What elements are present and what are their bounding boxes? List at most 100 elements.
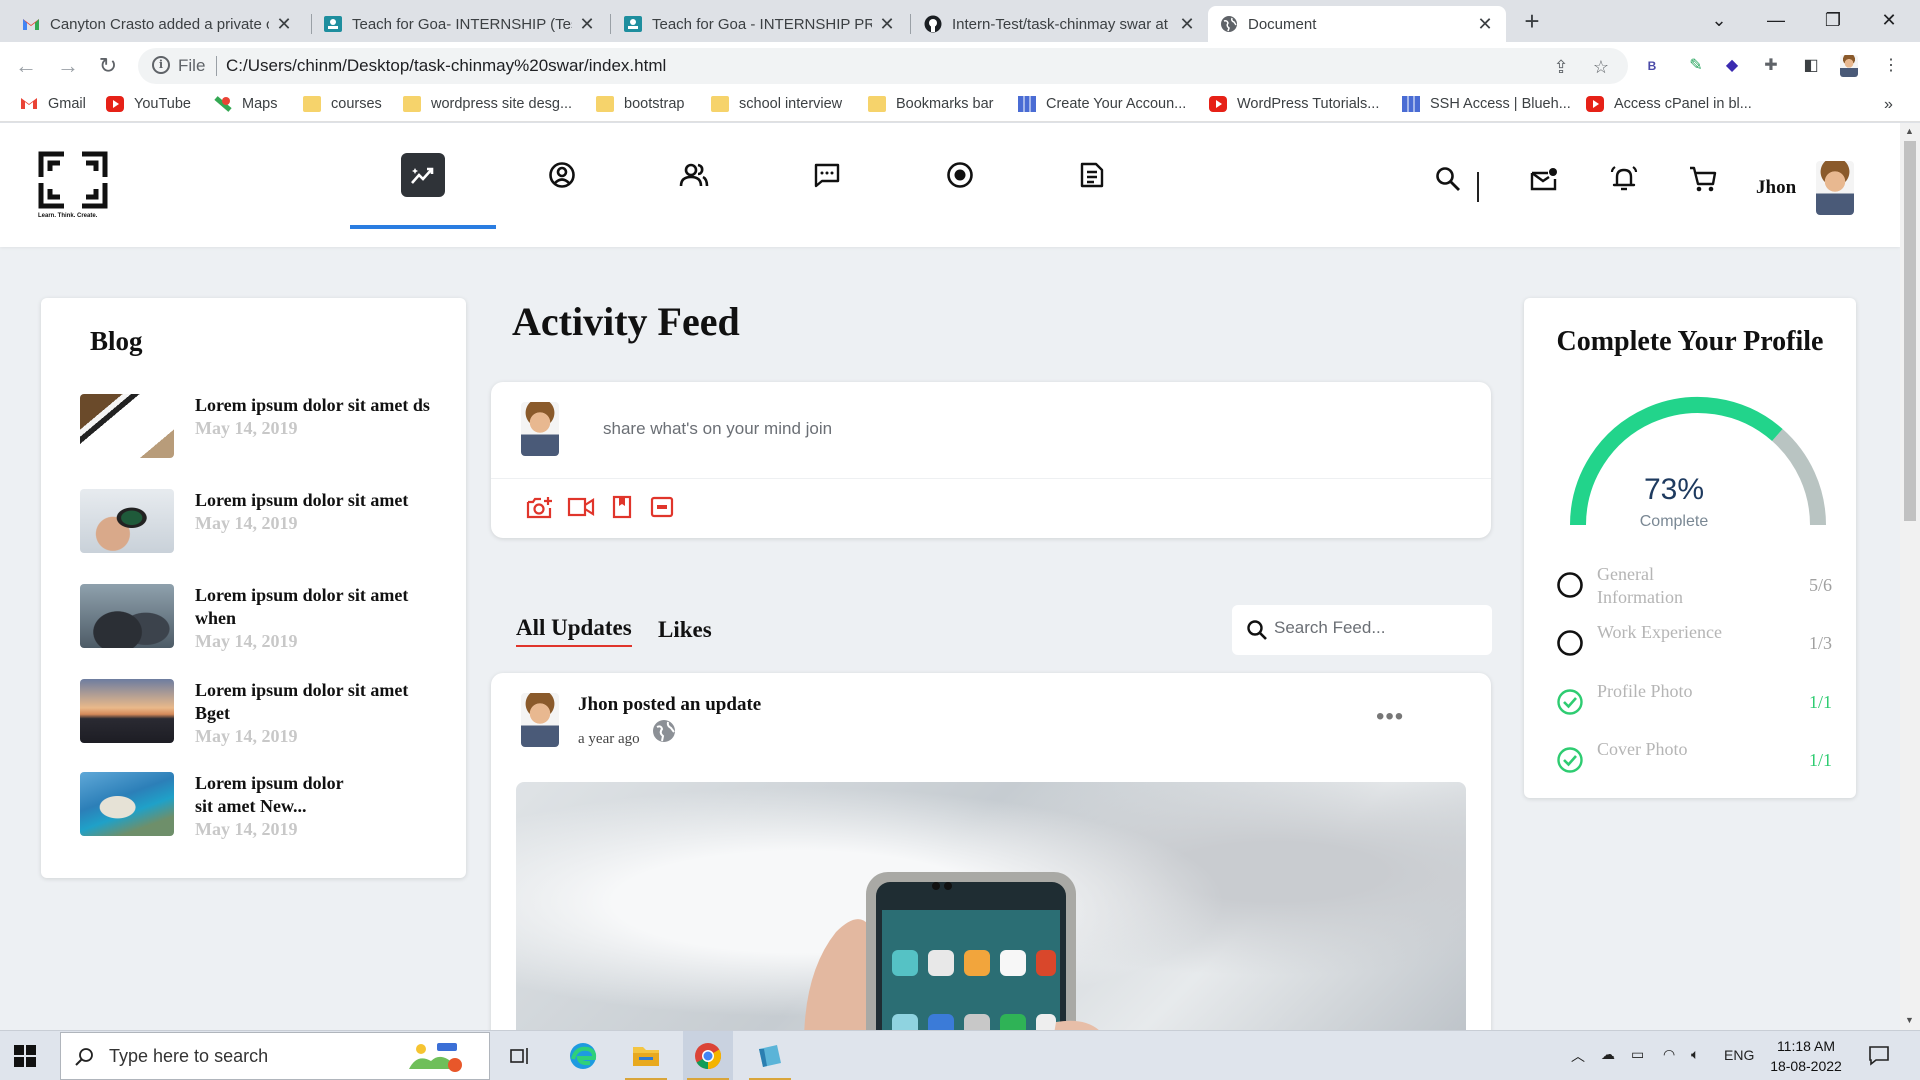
- blog-item-title[interactable]: Lorem ipsum dolor sit amet when: [195, 585, 408, 628]
- profile-step-row[interactable]: Work Experience 1/3: [1556, 621, 1848, 671]
- nav-profile[interactable]: [489, 123, 635, 227]
- add-video-button[interactable]: [566, 492, 596, 522]
- browser-tab[interactable]: Intern-Test/task-chinmay swar at ✕: [912, 6, 1208, 42]
- bookmark-folder[interactable]: courses: [303, 96, 382, 112]
- taskbar-app[interactable]: [745, 1031, 795, 1080]
- extensions-puzzle-icon[interactable]: ✚: [1760, 55, 1782, 77]
- blog-item-title[interactable]: Lorem ipsum dolor sit amet New...: [195, 773, 343, 816]
- profile-avatar-icon[interactable]: [1840, 55, 1862, 77]
- new-tab-button[interactable]: +: [1518, 8, 1546, 36]
- task-view-button[interactable]: [495, 1031, 545, 1080]
- add-gif-button[interactable]: [647, 492, 677, 522]
- tab-search-icon[interactable]: ⌄: [1696, 6, 1742, 34]
- browser-tab-active[interactable]: Document ✕: [1208, 6, 1506, 42]
- close-tab-icon[interactable]: ✕: [275, 14, 293, 35]
- header-avatar[interactable]: [1816, 161, 1854, 215]
- share-icon[interactable]: ⇪: [1550, 56, 1572, 78]
- browser-tab[interactable]: Teach for Goa - INTERNSHIP PRO ✕: [612, 6, 908, 42]
- blog-thumbnail[interactable]: [80, 489, 174, 553]
- browser-tab[interactable]: Canyton Crasto added a private c ✕: [10, 6, 305, 42]
- close-tab-icon[interactable]: ✕: [578, 14, 596, 35]
- url-text[interactable]: C:/Users/chinm/Desktop/task-chinmay%20sw…: [226, 56, 666, 76]
- input-language[interactable]: ENG: [1724, 1047, 1754, 1063]
- nav-messages[interactable]: [754, 123, 900, 227]
- post-avatar[interactable]: [521, 693, 559, 747]
- post-more-options[interactable]: •••: [1376, 703, 1404, 731]
- taskbar-chrome[interactable]: [683, 1031, 733, 1080]
- bookmark-folder[interactable]: Bookmarks bar: [868, 96, 994, 112]
- blog-item[interactable]: Lorem ipsum dolor sit amet Bget May 14, 2…: [80, 679, 440, 759]
- scroll-up-arrow[interactable]: ▲: [1905, 126, 1914, 136]
- profile-step-row[interactable]: Cover Photo 1/1: [1556, 738, 1848, 788]
- cart-button[interactable]: [1687, 163, 1719, 195]
- notification-center-icon[interactable]: [1868, 1044, 1890, 1069]
- composer-input[interactable]: share what's on your mind join: [603, 419, 832, 439]
- nav-activity[interactable]: [350, 123, 496, 229]
- back-button[interactable]: ←: [12, 52, 40, 80]
- bookmark-link[interactable]: SSH Access | Blueh...: [1402, 96, 1571, 112]
- more-menu-icon[interactable]: ⋮: [1880, 55, 1902, 77]
- scrollbar-thumb[interactable]: [1904, 141, 1916, 521]
- onedrive-icon[interactable]: ☁: [1601, 1046, 1615, 1063]
- minimize-button[interactable]: —: [1753, 6, 1799, 34]
- blog-item-title[interactable]: Lorem ipsum dolor sit amet ds: [195, 395, 430, 415]
- nav-documents[interactable]: [1019, 123, 1165, 227]
- site-logo[interactable]: Learn. Think. Create.: [38, 151, 112, 225]
- nav-groups[interactable]: [621, 123, 767, 227]
- page-scrollbar[interactable]: ▲ ▼: [1900, 123, 1920, 1030]
- close-tab-icon[interactable]: ✕: [1476, 14, 1494, 35]
- nav-target[interactable]: [887, 123, 1033, 227]
- bookmark-star-icon[interactable]: ☆: [1590, 56, 1612, 78]
- close-tab-icon[interactable]: ✕: [878, 14, 896, 35]
- search-feed-input[interactable]: [1274, 618, 1474, 638]
- taskbar-clock[interactable]: 11:18 AM 18-08-2022: [1768, 1036, 1844, 1076]
- browser-tab[interactable]: Teach for Goa- INTERNSHIP (Test ✕: [312, 6, 608, 42]
- close-window-button[interactable]: ✕: [1866, 6, 1912, 34]
- extension-b-icon[interactable]: B: [1641, 55, 1663, 77]
- blog-item-title[interactable]: Lorem ipsum dolor sit amet: [195, 490, 408, 510]
- taskbar-file-explorer[interactable]: [621, 1031, 671, 1080]
- side-panel-icon[interactable]: ◧: [1800, 55, 1822, 77]
- add-file-button[interactable]: [607, 492, 637, 522]
- add-photo-button[interactable]: [525, 492, 555, 522]
- blog-thumbnail[interactable]: [80, 772, 174, 836]
- bookmark-link[interactable]: Access cPanel in bl...: [1586, 96, 1752, 112]
- bookmark-link[interactable]: Create Your Accoun...: [1018, 96, 1186, 112]
- battery-icon[interactable]: ▭: [1631, 1046, 1644, 1063]
- blog-thumbnail[interactable]: [80, 394, 174, 458]
- info-icon[interactable]: i: [152, 56, 170, 74]
- mail-button[interactable]: [1528, 163, 1560, 195]
- post-image[interactable]: [516, 782, 1466, 1030]
- maximize-button[interactable]: ❐: [1810, 6, 1856, 34]
- blog-item[interactable]: Lorem ipsum dolor sit amet New... May 14,…: [80, 772, 440, 868]
- tab-likes[interactable]: Likes: [658, 617, 712, 643]
- blog-thumbnail[interactable]: [80, 679, 174, 743]
- wifi-icon[interactable]: ◠: [1663, 1046, 1675, 1063]
- bookmark-maps[interactable]: Maps: [214, 96, 277, 112]
- search-button[interactable]: [1432, 163, 1464, 195]
- scroll-down-arrow[interactable]: ▼: [1905, 1015, 1914, 1025]
- blog-item-title[interactable]: Lorem ipsum dolor sit amet Bget: [195, 680, 408, 723]
- forward-button[interactable]: →: [54, 52, 82, 80]
- bookmark-folder[interactable]: school interview: [711, 96, 842, 112]
- more-bookmarks-button[interactable]: »: [1884, 96, 1893, 114]
- extension-cube-icon[interactable]: ◆: [1721, 55, 1743, 77]
- volume-icon[interactable]: 🔈︎: [1691, 1046, 1699, 1063]
- address-bar[interactable]: i File C:/Users/chinm/Desktop/task-chinm…: [138, 48, 1628, 84]
- profile-step-row[interactable]: General Information 5/6: [1556, 563, 1848, 613]
- notifications-button[interactable]: [1608, 163, 1640, 195]
- bookmark-gmail[interactable]: Gmail: [20, 96, 86, 112]
- reload-button[interactable]: ↻: [94, 52, 122, 80]
- taskbar-edge[interactable]: [558, 1031, 608, 1080]
- bookmark-folder[interactable]: wordpress site desg...: [403, 96, 572, 112]
- blog-item[interactable]: Lorem ipsum dolor sit amet when May 14, 2…: [80, 584, 440, 664]
- profile-step-row[interactable]: Profile Photo 1/1: [1556, 680, 1848, 730]
- bookmark-youtube[interactable]: YouTube: [106, 96, 191, 112]
- bookmark-folder[interactable]: bootstrap: [596, 96, 684, 112]
- windows-start-icon[interactable]: [14, 1045, 36, 1067]
- header-user-name[interactable]: Jhon: [1756, 177, 1796, 199]
- tab-all-updates[interactable]: All Updates: [516, 615, 632, 647]
- extension-pen-icon[interactable]: ✎: [1685, 55, 1707, 77]
- show-hidden-icons[interactable]: ︿: [1571, 1046, 1585, 1066]
- blog-item[interactable]: Lorem ipsum dolor sit amet May 14, 2019: [80, 489, 440, 569]
